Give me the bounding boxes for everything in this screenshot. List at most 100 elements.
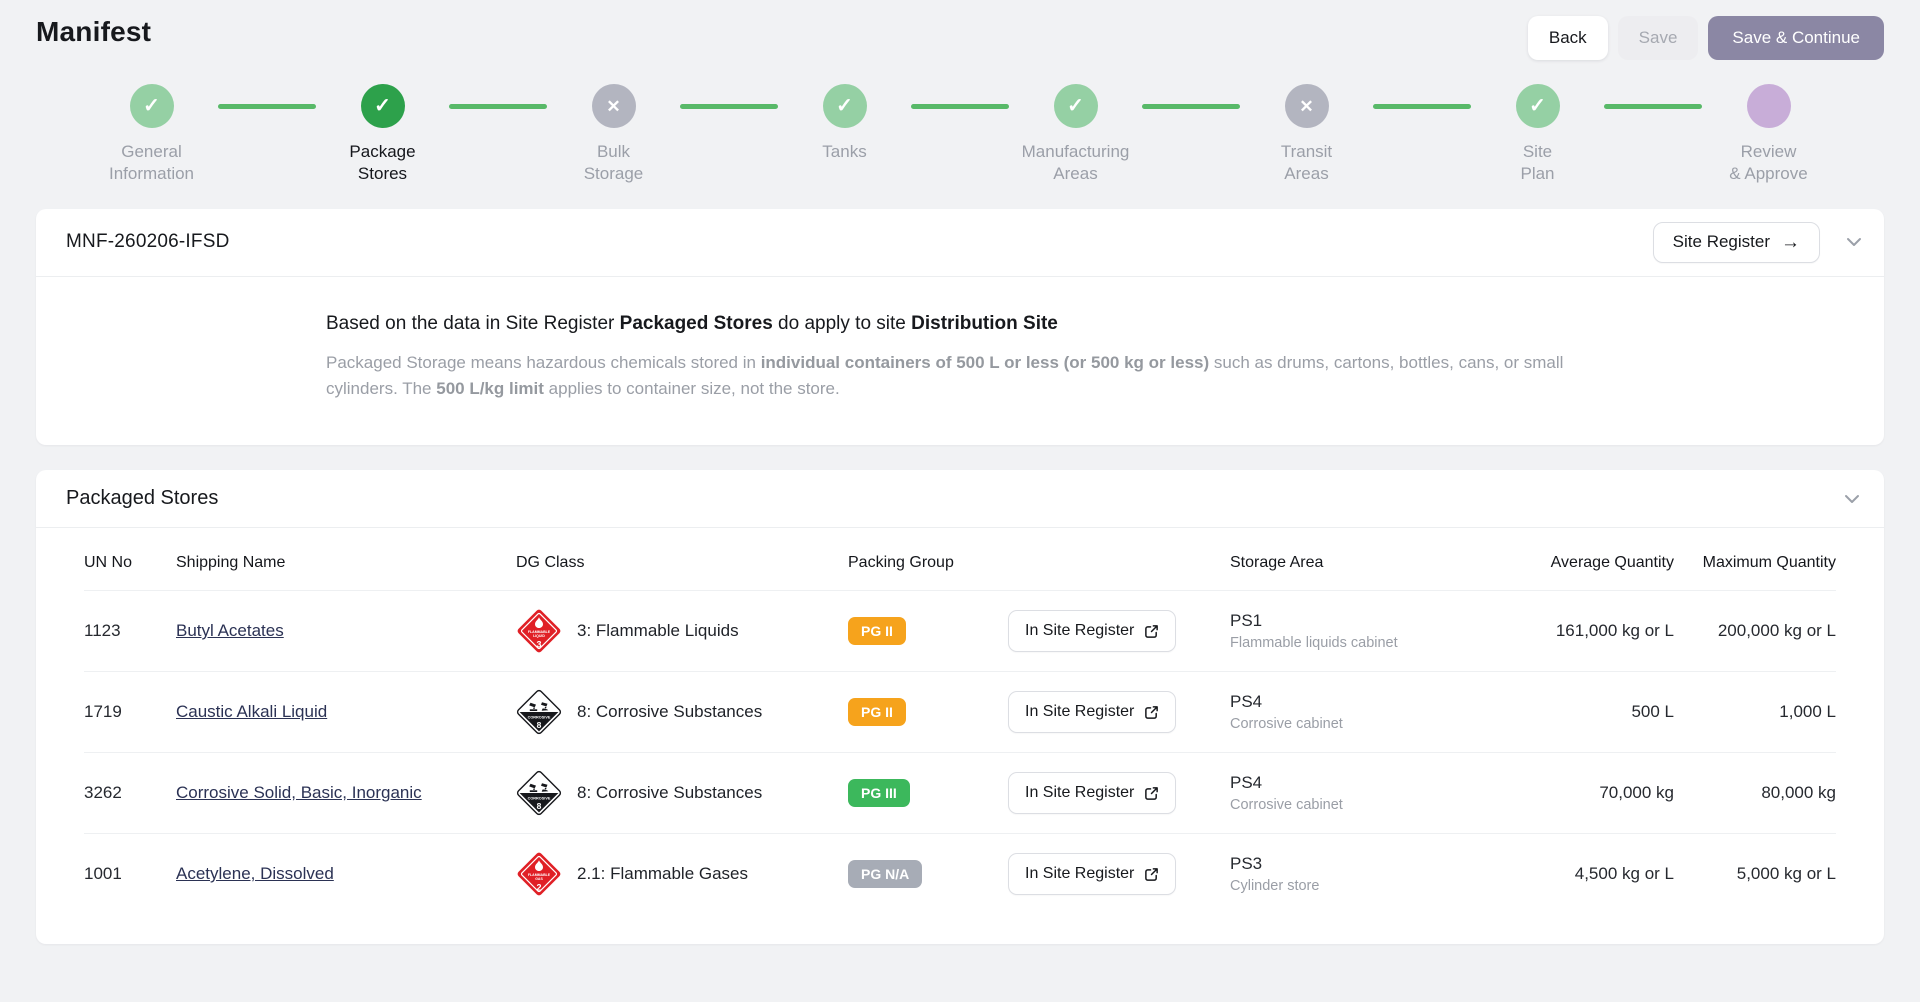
svg-text:8: 8 xyxy=(537,801,542,811)
in-site-register-button[interactable]: In Site Register xyxy=(1008,853,1176,895)
step-bulk-storage[interactable]: ✕ Bulk Storage xyxy=(498,84,729,185)
stepper-connector xyxy=(911,104,1009,109)
step-review-approve[interactable]: Review & Approve xyxy=(1653,84,1884,185)
header-actions: Back Save Save & Continue xyxy=(1528,16,1884,60)
packing-group-badge: PG II xyxy=(848,617,906,645)
table-row: 3262 Corrosive Solid, Basic, Inorganic xyxy=(84,752,1836,833)
storage-area-code: PS4 xyxy=(1230,692,1494,712)
stepper-connector xyxy=(680,104,778,109)
col-dg-class: DG Class xyxy=(516,554,848,572)
maximum-quantity: 80,000 kg xyxy=(1674,783,1836,803)
un-number: 1123 xyxy=(84,621,176,641)
col-packing-group: Packing Group xyxy=(848,554,1008,572)
col-storage-area: Storage Area xyxy=(1230,554,1494,572)
chevron-down-icon[interactable] xyxy=(1846,237,1862,247)
chevron-down-icon[interactable] xyxy=(1844,494,1860,504)
storage-area-code: PS3 xyxy=(1230,854,1494,874)
packing-group-badge: PG N/A xyxy=(848,860,922,888)
packing-group-badge: PG III xyxy=(848,779,910,807)
step-label: Tanks xyxy=(822,141,866,163)
stepper-connector xyxy=(449,104,547,109)
page-title: Manifest xyxy=(36,16,151,48)
step-label: & Approve xyxy=(1729,163,1807,185)
x-icon: ✕ xyxy=(1299,98,1313,115)
manifest-card-header: MNF-260206-IFSD Site Register → xyxy=(36,209,1884,276)
storage-area-code: PS1 xyxy=(1230,611,1494,631)
step-site-plan[interactable]: ✓ Site Plan xyxy=(1422,84,1653,185)
step-label: Manufacturing xyxy=(1022,141,1130,163)
table-row: 1719 Caustic Alkali Liquid xyxy=(84,671,1836,752)
step-general-information[interactable]: ✓ General Information xyxy=(36,84,267,185)
manifest-intro: Based on the data in Site Register Packa… xyxy=(36,277,1884,446)
shipping-name-link[interactable]: Butyl Acetates xyxy=(176,621,284,640)
step-package-stores[interactable]: ✓ Package Stores xyxy=(267,84,498,185)
back-button[interactable]: Back xyxy=(1528,16,1608,60)
un-number: 3262 xyxy=(84,783,176,803)
dg-class-label: 3: Flammable Liquids xyxy=(577,621,739,641)
manifest-page: Manifest Back Save Save & Continue ✓ Gen… xyxy=(0,0,1920,944)
average-quantity: 500 L xyxy=(1494,702,1674,722)
shipping-name-link[interactable]: Acetylene, Dissolved xyxy=(176,864,334,883)
in-site-register-button[interactable]: In Site Register xyxy=(1008,691,1176,733)
average-quantity: 161,000 kg or L xyxy=(1494,621,1674,641)
external-link-icon xyxy=(1144,867,1159,882)
step-tanks[interactable]: ✓ Tanks xyxy=(729,84,960,185)
storage-area-desc: Cylinder store xyxy=(1230,878,1494,894)
step-label: Areas xyxy=(1022,163,1130,185)
check-icon: ✓ xyxy=(143,96,160,116)
step-transit-areas[interactable]: ✕ Transit Areas xyxy=(1191,84,1422,185)
manifest-code: MNF-260206-IFSD xyxy=(66,231,230,253)
top-bar: Manifest Back Save Save & Continue xyxy=(36,0,1884,60)
arrow-right-icon: → xyxy=(1781,233,1800,252)
stepper-connector xyxy=(1373,104,1471,109)
packing-group-badge: PG II xyxy=(848,698,906,726)
step-label: General xyxy=(109,141,194,163)
table-header-row: UN No Shipping Name DG Class Packing Gro… xyxy=(84,536,1836,590)
svg-text:3: 3 xyxy=(536,640,541,650)
col-maximum-quantity: Maximum Quantity xyxy=(1674,554,1836,572)
x-icon: ✕ xyxy=(606,98,620,115)
step-label: Storage xyxy=(584,163,644,185)
in-site-register-button[interactable]: In Site Register xyxy=(1008,610,1176,652)
external-link-icon xyxy=(1144,705,1159,720)
packaged-stores-header: Packaged Stores xyxy=(36,470,1884,527)
site-register-button[interactable]: Site Register → xyxy=(1653,222,1820,263)
corrosive-icon: CORROSIVE 8 xyxy=(516,689,562,735)
dg-class-label: 8: Corrosive Substances xyxy=(577,702,762,722)
external-link-icon xyxy=(1144,624,1159,639)
shipping-name-link[interactable]: Caustic Alkali Liquid xyxy=(176,702,327,721)
maximum-quantity: 1,000 L xyxy=(1674,702,1836,722)
col-shipping-name: Shipping Name xyxy=(176,554,516,572)
storage-area-desc: Flammable liquids cabinet xyxy=(1230,635,1494,651)
table-row: 1123 Butyl Acetates FLAMMABLE LIQUID 3 3… xyxy=(84,590,1836,671)
step-label: Site xyxy=(1520,141,1554,163)
step-manufacturing-areas[interactable]: ✓ Manufacturing Areas xyxy=(960,84,1191,185)
average-quantity: 70,000 kg xyxy=(1494,783,1674,803)
check-icon: ✓ xyxy=(1529,96,1546,116)
shipping-name-link[interactable]: Corrosive Solid, Basic, Inorganic xyxy=(176,783,422,802)
flammable-gas-icon: FLAMMABLE GAS 2 xyxy=(516,851,562,897)
step-label: Review xyxy=(1729,141,1807,163)
section-title: Packaged Stores xyxy=(66,487,218,510)
step-label: Stores xyxy=(349,163,415,185)
storage-area-code: PS4 xyxy=(1230,773,1494,793)
flammable-liquid-icon: FLAMMABLE LIQUID 3 xyxy=(516,608,562,654)
col-average-quantity: Average Quantity xyxy=(1494,554,1674,572)
stepper-connector xyxy=(1604,104,1702,109)
step-label: Plan xyxy=(1520,163,1554,185)
step-label: Areas xyxy=(1281,163,1332,185)
storage-area-desc: Corrosive cabinet xyxy=(1230,716,1494,732)
svg-text:8: 8 xyxy=(537,720,542,730)
save-continue-button[interactable]: Save & Continue xyxy=(1708,16,1884,60)
maximum-quantity: 200,000 kg or L xyxy=(1674,621,1836,641)
step-label: Information xyxy=(109,163,194,185)
corrosive-icon: CORROSIVE 8 xyxy=(516,770,562,816)
dg-class-label: 2.1: Flammable Gases xyxy=(577,864,748,884)
save-button[interactable]: Save xyxy=(1618,16,1699,60)
in-site-register-button[interactable]: In Site Register xyxy=(1008,772,1176,814)
svg-text:LIQUID: LIQUID xyxy=(533,634,545,638)
manifest-card: MNF-260206-IFSD Site Register → Based on… xyxy=(36,209,1884,446)
table-row: 1001 Acetylene, Dissolved FLAMMABLE GAS … xyxy=(84,833,1836,914)
maximum-quantity: 5,000 kg or L xyxy=(1674,864,1836,884)
col-un-no: UN No xyxy=(84,554,176,572)
